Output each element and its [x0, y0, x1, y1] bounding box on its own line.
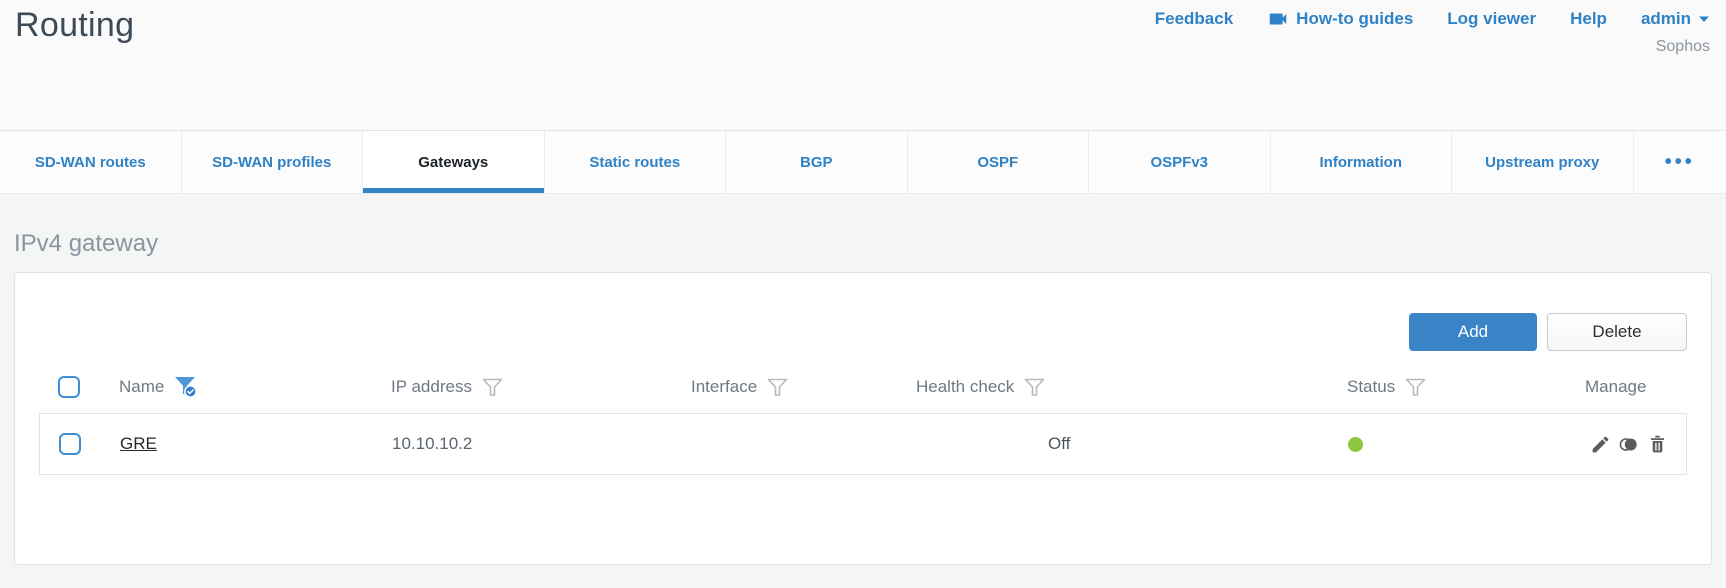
video-camera-icon [1269, 13, 1287, 25]
admin-label: admin [1640, 9, 1691, 28]
table-header-row: Name IP address Interface Health check S… [39, 361, 1687, 413]
filter-icon[interactable] [482, 378, 503, 397]
filter-icon[interactable] [1024, 378, 1045, 397]
filter-icon[interactable] [1405, 378, 1426, 397]
table-toolbar: Add Delete [39, 313, 1687, 351]
caret-down-icon [1699, 16, 1709, 22]
tab-static-routes[interactable]: Static routes [545, 131, 726, 193]
feedback-label: Feedback [1154, 9, 1234, 28]
table-row: GRE 10.10.10.2 Off [39, 413, 1687, 475]
column-header-health-check: Health check [916, 377, 1015, 396]
delete-button[interactable]: Delete [1547, 313, 1687, 351]
column-header-status: Status [1347, 377, 1396, 396]
page-header: Routing Feedback How-to guides Log viewe… [0, 0, 1726, 130]
log-viewer-link[interactable]: Log viewer [1447, 9, 1536, 29]
content-area: IPv4 gateway Add Delete Name IP address … [0, 230, 1726, 565]
brand-label: Sophos [1655, 38, 1710, 55]
tab-gateways[interactable]: Gateways [363, 131, 545, 193]
tab-ospfv3[interactable]: OSPFv3 [1089, 131, 1271, 193]
status-up-indicator [1348, 436, 1363, 452]
column-header-ip-address: IP address [391, 377, 472, 396]
gateway-name-link[interactable]: GRE [120, 434, 157, 454]
admin-menu[interactable]: admin [1641, 9, 1710, 29]
ipv4-gateway-panel: Add Delete Name IP address Interface Hea… [14, 272, 1712, 565]
tab-ospf[interactable]: OSPF [908, 131, 1089, 193]
log-viewer-label: Log viewer [1447, 9, 1537, 28]
clone-icon[interactable] [1618, 434, 1640, 455]
health-check-value: Off [1048, 434, 1071, 453]
tab-more[interactable]: ••• [1634, 131, 1726, 193]
edit-icon[interactable] [1590, 434, 1611, 455]
howto-guides-label: How-to guides [1296, 9, 1414, 28]
filter-icon[interactable] [767, 378, 788, 397]
ip-address-value: 10.10.10.2 [392, 434, 473, 453]
column-header-interface: Interface [691, 377, 758, 396]
delete-icon[interactable] [1647, 434, 1668, 455]
tab-sd-wan-profiles[interactable]: SD-WAN profiles [182, 131, 363, 193]
page-title: Routing [15, 6, 135, 44]
howto-guides-link[interactable]: How-to guides [1267, 8, 1413, 30]
column-header-name: Name [119, 377, 165, 396]
section-heading: IPv4 gateway [14, 230, 159, 257]
utility-nav: Feedback How-to guides Log viewer Help a… [1155, 8, 1710, 30]
row-checkbox[interactable] [59, 433, 81, 455]
filter-active-icon[interactable] [174, 376, 199, 399]
tab-bar: SD-WAN routes SD-WAN profiles Gateways S… [0, 130, 1726, 194]
tab-information[interactable]: Information [1271, 131, 1452, 193]
column-header-manage: Manage [1585, 377, 1647, 396]
tab-bgp[interactable]: BGP [726, 131, 908, 193]
help-link[interactable]: Help [1570, 9, 1607, 29]
more-tabs-icon: ••• [1664, 151, 1695, 173]
select-all-checkbox[interactable] [58, 376, 80, 398]
tab-upstream-proxy[interactable]: Upstream proxy [1452, 131, 1634, 193]
tab-sd-wan-routes[interactable]: SD-WAN routes [0, 131, 182, 193]
add-button[interactable]: Add [1409, 313, 1537, 351]
feedback-link[interactable]: Feedback [1155, 9, 1233, 29]
manage-actions [1530, 434, 1686, 455]
help-label: Help [1570, 9, 1607, 28]
